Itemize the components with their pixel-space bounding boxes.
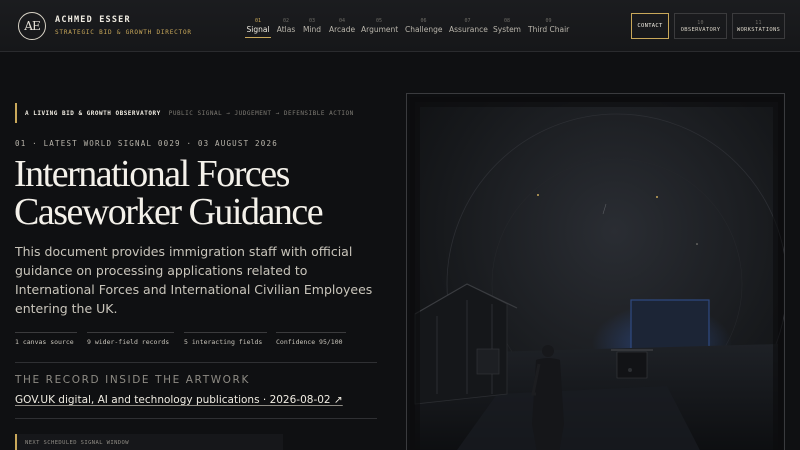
nav-label: Assurance (449, 25, 488, 34)
contact-label: CONTACT (637, 23, 663, 29)
nav-item-third-chair[interactable]: 09 Third Chair (528, 18, 569, 35)
nav-number: 07 (464, 18, 471, 24)
stat-canvas-source: 1 canvas source (15, 332, 77, 346)
observatory-button[interactable]: 10 OBSERVATORY (674, 13, 727, 39)
record-source-link[interactable]: GOV.UK digital, AI and technology public… (15, 394, 343, 406)
nav-number: 03 (308, 18, 316, 24)
nav-item-system[interactable]: 08 System (493, 18, 521, 35)
eyebrow-flow: PUBLIC SIGNAL → JUDGEMENT → DEFENSIBLE A… (168, 109, 354, 117)
title-line-1: International Forces (14, 153, 290, 195)
observatory-number: 10 (697, 19, 704, 26)
nav-number: 01 (254, 18, 262, 24)
nav-item-signal[interactable]: 01 Signal (245, 18, 271, 38)
next-signal-window-card: NEXT SCHEDULED SIGNAL WINDOW (15, 434, 283, 450)
divider (15, 362, 377, 363)
stat-interacting-fields: 5 interacting fields (184, 332, 267, 346)
nav-label: Mind (303, 25, 322, 34)
nav-item-atlas[interactable]: 02 Atlas (276, 18, 296, 35)
workstations-label: WORKSTATIONS (736, 26, 781, 33)
hero-eyebrow: A LIVING BID & GROWTH OBSERVATORY PUBLIC… (15, 103, 354, 123)
nav-label: Argument (361, 25, 399, 34)
record-heading: THE RECORD INSIDE THE ARTWORK (15, 374, 250, 386)
stat-wider-field-records: 9 wider-field records (87, 332, 174, 346)
nav-item-assurance[interactable]: 07 Assurance (449, 18, 488, 35)
nav-item-mind[interactable]: 03 Mind (303, 18, 321, 35)
nav-number: 08 (503, 18, 511, 24)
title-line-2: Caseworker Guidance (14, 191, 324, 233)
workstations-button[interactable]: 11 WORKSTATIONS (732, 13, 785, 39)
next-window-label: NEXT SCHEDULED SIGNAL WINDOW (25, 440, 129, 446)
nav-number: 04 (338, 18, 346, 24)
page-title: International Forces Caseworker Guidance (14, 155, 394, 231)
divider (15, 418, 377, 419)
nav-item-challenge[interactable]: 06 Challenge (405, 18, 443, 35)
nav-item-argument[interactable]: 05 Argument (361, 18, 399, 35)
nav-number: 02 (282, 18, 290, 24)
stat-confidence: Confidence 95/100 (276, 332, 346, 346)
nav-number: 09 (545, 18, 552, 24)
signal-artwork[interactable] (406, 93, 785, 450)
site-header: AE ACHMED ESSER STRATEGIC BID & GROWTH D… (0, 0, 800, 52)
nav-label: Third Chair (528, 25, 570, 34)
observatory-label: OBSERVATORY (680, 26, 721, 33)
eyebrow-title: A LIVING BID & GROWTH OBSERVATORY (25, 109, 161, 117)
contact-button[interactable]: CONTACT (631, 13, 669, 39)
figure-silhouette (531, 345, 564, 450)
nav-item-arcade[interactable]: 04 Arcade (329, 18, 355, 35)
nav-number: 06 (420, 18, 427, 24)
logo-monogram-icon[interactable]: AE (18, 12, 46, 40)
workstations-number: 11 (755, 19, 762, 26)
logo-text: AE (24, 19, 40, 33)
brand-name[interactable]: ACHMED ESSER (55, 15, 131, 25)
hero-description: This document provides immigration staff… (15, 244, 373, 316)
artwork-illustration (407, 94, 784, 450)
nav-label: Signal (246, 25, 270, 34)
nav-label: Challenge (405, 25, 443, 34)
nav-label: Atlas (276, 25, 296, 34)
nav-label: Arcade (329, 25, 356, 34)
signal-kicker: 01 · LATEST WORLD SIGNAL 0029 · 03 AUGUS… (15, 139, 278, 148)
nav-label: System (493, 25, 521, 34)
nav-number: 05 (375, 18, 383, 24)
brand-role: STRATEGIC BID & GROWTH DIRECTOR (55, 29, 192, 36)
